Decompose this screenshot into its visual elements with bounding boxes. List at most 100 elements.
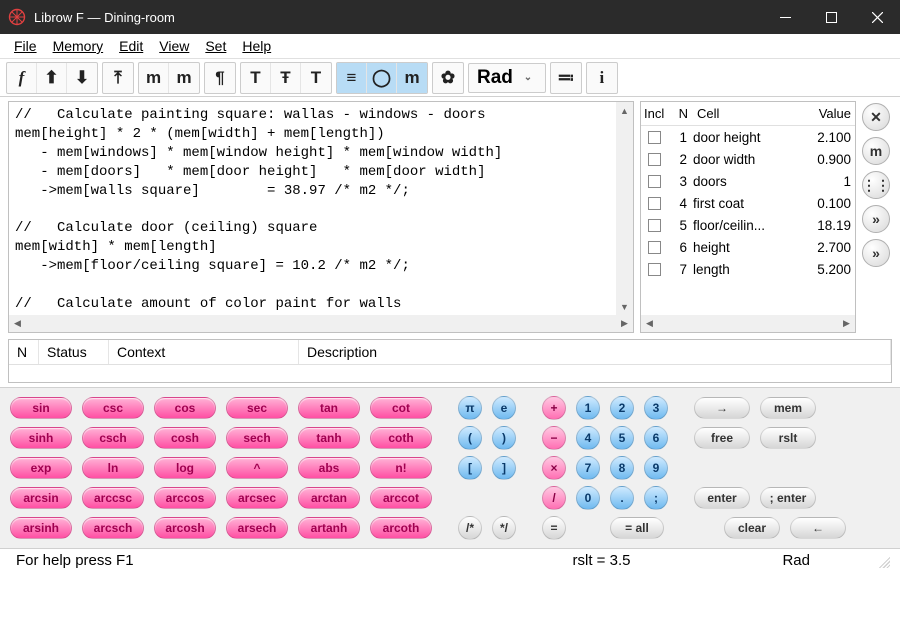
digit-7-button[interactable]: 7 bbox=[576, 456, 600, 480]
minimize-button[interactable] bbox=[762, 0, 808, 34]
include-checkbox[interactable] bbox=[641, 241, 667, 254]
tool-m2[interactable]: m bbox=[169, 63, 199, 93]
memory-row[interactable]: 6height2.700 bbox=[641, 236, 855, 258]
diag-col-context[interactable]: Context bbox=[109, 340, 299, 364]
fn-sinh-button[interactable]: sinh bbox=[10, 427, 72, 449]
op-+-button[interactable]: + bbox=[542, 396, 566, 420]
scroll-right-icon[interactable]: ▶ bbox=[838, 315, 855, 332]
digit-5-button[interactable]: 5 bbox=[610, 426, 634, 450]
op-=-button[interactable]: = bbox=[542, 516, 566, 540]
fn-tan-button[interactable]: tan bbox=[298, 397, 360, 419]
fn-arsech-button[interactable]: arsech bbox=[226, 517, 288, 539]
action-→-button[interactable]: → bbox=[694, 397, 750, 419]
diag-col-n[interactable]: N bbox=[9, 340, 39, 364]
tool-paragraph[interactable]: ¶ bbox=[205, 63, 235, 93]
fn-^-button[interactable]: ^ bbox=[226, 457, 288, 479]
fn-arcoth-button[interactable]: arcoth bbox=[370, 517, 432, 539]
digit-3-button[interactable]: 3 bbox=[644, 396, 668, 420]
memory-row[interactable]: 3doors1 bbox=[641, 170, 855, 192]
op-×-button[interactable]: × bbox=[542, 456, 566, 480]
fn-cot-button[interactable]: cot bbox=[370, 397, 432, 419]
col-value[interactable]: Value bbox=[809, 102, 855, 125]
menu-file[interactable]: File bbox=[6, 36, 45, 56]
fn-arcsin-button[interactable]: arcsin bbox=[10, 487, 72, 509]
digit-8-button[interactable]: 8 bbox=[610, 456, 634, 480]
fn-log-button[interactable]: log bbox=[154, 457, 216, 479]
digit-6-button[interactable]: 6 bbox=[644, 426, 668, 450]
fn-arccot-button[interactable]: arccot bbox=[370, 487, 432, 509]
const-*/-button[interactable]: */ bbox=[492, 516, 516, 540]
fn-arcsch-button[interactable]: arcsch bbox=[82, 517, 144, 539]
col-cell[interactable]: Cell bbox=[691, 102, 809, 125]
memory-row[interactable]: 1door height2.100 bbox=[641, 126, 855, 148]
tool-t3[interactable]: T bbox=[301, 63, 331, 93]
tool-t1[interactable]: T bbox=[241, 63, 271, 93]
scroll-left-icon[interactable]: ◀ bbox=[641, 315, 658, 332]
tool-list-icon[interactable]: ≡ bbox=[337, 63, 367, 93]
fn-csc-button[interactable]: csc bbox=[82, 397, 144, 419]
memory-row[interactable]: 2door width0.900 bbox=[641, 148, 855, 170]
action-;-enter-button[interactable]: ; enter bbox=[760, 487, 816, 509]
resize-grip[interactable] bbox=[876, 554, 890, 568]
fn-abs-button[interactable]: abs bbox=[298, 457, 360, 479]
fn-cosh-button[interactable]: cosh bbox=[154, 427, 216, 449]
action-←-button[interactable]: ← bbox=[790, 517, 846, 539]
const-]-button[interactable]: ] bbox=[492, 456, 516, 480]
tool-collapse-up[interactable]: ⤒ bbox=[103, 63, 133, 93]
code-editor[interactable]: // Calculate painting square: wallas - w… bbox=[8, 101, 634, 333]
col-n[interactable]: N bbox=[671, 102, 691, 125]
include-checkbox[interactable] bbox=[641, 263, 667, 276]
fn-csch-button[interactable]: csch bbox=[82, 427, 144, 449]
action-rslt-button[interactable]: rslt bbox=[760, 427, 816, 449]
tool-sliders-icon[interactable]: ≕ bbox=[551, 63, 581, 93]
digit-2-button[interactable]: 2 bbox=[610, 396, 634, 420]
digit-1-button[interactable]: 1 bbox=[576, 396, 600, 420]
action-clear-button[interactable]: clear bbox=[724, 517, 780, 539]
fn-arcosh-button[interactable]: arcosh bbox=[154, 517, 216, 539]
menu-set[interactable]: Set bbox=[197, 36, 234, 56]
const-[-button[interactable]: [ bbox=[458, 456, 482, 480]
editor-hscroll[interactable]: ◀ ▶ bbox=[9, 315, 633, 332]
const-/*-button[interactable]: /* bbox=[458, 516, 482, 540]
tool-up-arrow[interactable]: ⬆ bbox=[37, 63, 67, 93]
side-list-icon[interactable]: ⋮⋮ bbox=[862, 171, 890, 199]
menu-view[interactable]: View bbox=[151, 36, 197, 56]
menu-help[interactable]: Help bbox=[234, 36, 279, 56]
fn-coth-button[interactable]: coth bbox=[370, 427, 432, 449]
tool-f[interactable]: f bbox=[7, 63, 37, 93]
tool-m1[interactable]: m bbox=[139, 63, 169, 93]
angle-mode-select[interactable]: Rad ⌄ bbox=[468, 63, 546, 93]
editor-text[interactable]: // Calculate painting square: wallas - w… bbox=[9, 102, 633, 315]
memory-row[interactable]: 5floor/ceilin...18.19 bbox=[641, 214, 855, 236]
tool-down-arrow[interactable]: ⬇ bbox=[67, 63, 97, 93]
col-incl[interactable]: Incl bbox=[641, 102, 671, 125]
side-memory-icon[interactable]: m bbox=[862, 137, 890, 165]
const-π-button[interactable]: π bbox=[458, 396, 482, 420]
fn-n!-button[interactable]: n! bbox=[370, 457, 432, 479]
digit-;-button[interactable]: ; bbox=[644, 486, 668, 510]
digit-9-button[interactable]: 9 bbox=[644, 456, 668, 480]
menu-memory[interactable]: Memory bbox=[45, 36, 112, 56]
scroll-down-icon[interactable]: ▼ bbox=[616, 298, 633, 315]
scroll-up-icon[interactable]: ▲ bbox=[616, 102, 633, 119]
tool-m3[interactable]: m bbox=[397, 63, 427, 93]
memory-hscroll[interactable]: ◀ ▶ bbox=[641, 315, 855, 332]
fn-cos-button[interactable]: cos bbox=[154, 397, 216, 419]
action-mem-button[interactable]: mem bbox=[760, 397, 816, 419]
fn-arctan-button[interactable]: arctan bbox=[298, 487, 360, 509]
include-checkbox[interactable] bbox=[641, 131, 667, 144]
include-checkbox[interactable] bbox=[641, 219, 667, 232]
side-double-down-icon[interactable]: » bbox=[862, 205, 890, 233]
digit-.-button[interactable]: . bbox=[610, 486, 634, 510]
fn-ln-button[interactable]: ln bbox=[82, 457, 144, 479]
const-(-button[interactable]: ( bbox=[458, 426, 482, 450]
scroll-left-icon[interactable]: ◀ bbox=[9, 315, 26, 332]
digit-= all-button[interactable]: = all bbox=[610, 517, 664, 539]
include-checkbox[interactable] bbox=[641, 197, 667, 210]
fn-sec-button[interactable]: sec bbox=[226, 397, 288, 419]
tool-circle-icon[interactable]: ◯ bbox=[367, 63, 397, 93]
include-checkbox[interactable] bbox=[641, 153, 667, 166]
side-double-down2-icon[interactable]: » bbox=[862, 239, 890, 267]
const-e-button[interactable]: e bbox=[492, 396, 516, 420]
fn-tanh-button[interactable]: tanh bbox=[298, 427, 360, 449]
